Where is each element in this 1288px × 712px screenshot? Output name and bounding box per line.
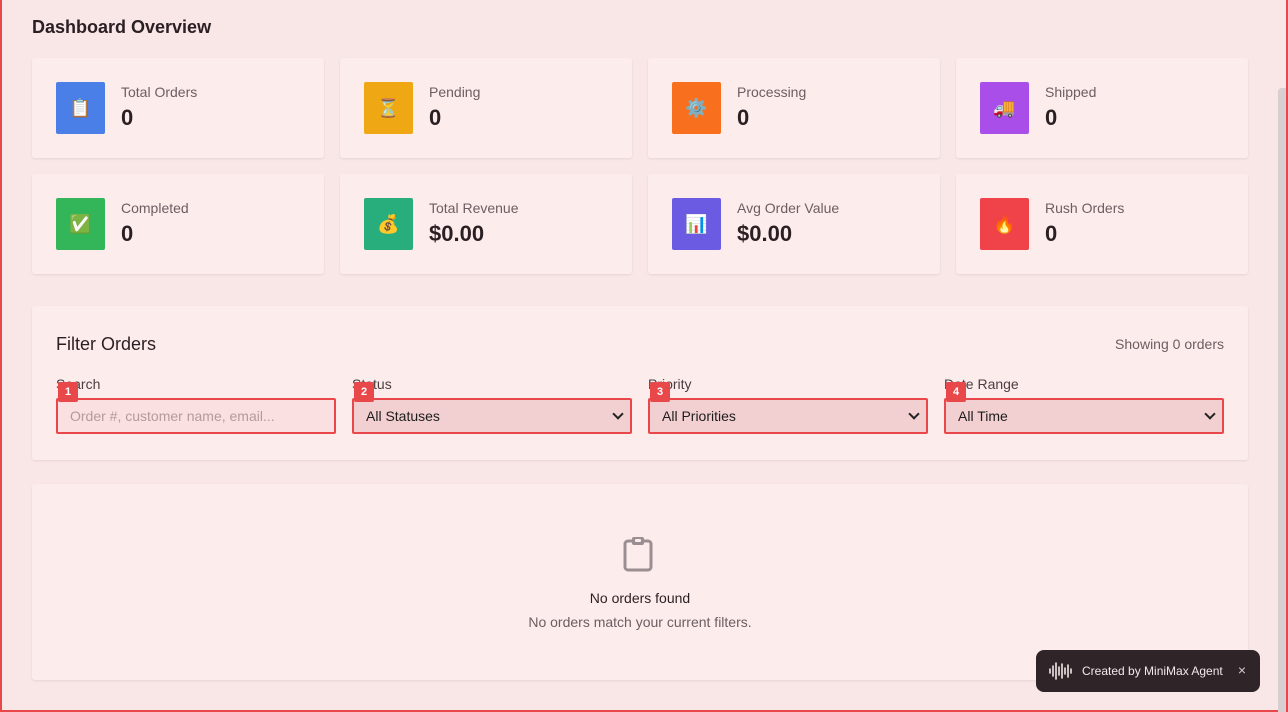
clipboard-icon (623, 537, 653, 572)
results-count: Showing 0 orders (1115, 336, 1224, 352)
page-title: Dashboard Overview (32, 17, 212, 37)
stat-card-avg-order-value: 📊 Avg Order Value $0.00 (648, 174, 940, 274)
hourglass-icon: ⏳ (364, 82, 413, 134)
chevron-down-icon (908, 408, 920, 420)
stat-label: Avg Order Value (737, 200, 840, 216)
stat-label: Processing (737, 84, 807, 100)
element-index-badge: 2 (354, 382, 374, 402)
creator-toast: Created by MiniMax Agent × (1036, 650, 1260, 692)
priority-select-value: All Priorities (662, 408, 736, 424)
fire-icon: 🔥 (980, 198, 1029, 250)
stat-label: Total Revenue (429, 200, 519, 216)
priority-label: Priority (648, 376, 928, 392)
empty-state-subtitle: No orders match your current filters. (528, 614, 752, 630)
search-input[interactable]: Order #, customer name, email... (56, 398, 336, 434)
status-field: Status All Statuses (352, 376, 632, 434)
element-index-badge: 4 (946, 382, 966, 402)
status-select[interactable]: All Statuses (352, 398, 632, 434)
stat-card-completed: ✅ Completed 0 (32, 174, 324, 274)
stat-label: Total Orders (121, 84, 198, 100)
stat-value: 0 (1045, 105, 1058, 130)
status-select-value: All Statuses (366, 408, 440, 424)
chevron-down-icon (612, 408, 624, 420)
stat-card-total-orders: 📋 Total Orders 0 (32, 58, 324, 158)
clipboard-icon: 📋 (56, 82, 105, 134)
priority-select[interactable]: All Priorities (648, 398, 928, 434)
search-label: Search (56, 376, 101, 392)
empty-state-title: No orders found (589, 590, 691, 606)
stat-label: Shipped (1045, 84, 1097, 100)
stat-card-rush-orders: 🔥 Rush Orders 0 (956, 174, 1248, 274)
bar-chart-icon: 📊 (672, 198, 721, 250)
stat-value: $0.00 (737, 221, 793, 246)
stat-value: $0.00 (429, 221, 485, 246)
stat-value: 0 (121, 221, 134, 246)
stat-value: 0 (1045, 221, 1058, 246)
stat-card-processing: ⚙️ Processing 0 (648, 58, 940, 158)
money-bag-icon: 💰 (364, 198, 413, 250)
chevron-down-icon (1204, 408, 1216, 420)
date-range-select-value: All Time (958, 408, 1008, 424)
status-label: Status (352, 376, 632, 392)
filter-title: Filter Orders (56, 334, 157, 354)
close-icon[interactable]: × (1238, 662, 1246, 678)
priority-field: Priority All Priorities (648, 376, 928, 434)
stat-label: Rush Orders (1045, 200, 1125, 216)
element-index-badge: 3 (650, 382, 670, 402)
date-range-field: Date Range All Time (944, 376, 1224, 434)
date-range-select[interactable]: All Time (944, 398, 1224, 434)
stat-value: 0 (737, 105, 750, 130)
stat-value: 0 (121, 105, 134, 130)
scrollbar[interactable] (1278, 88, 1286, 712)
stat-card-pending: ⏳ Pending 0 (340, 58, 632, 158)
toast-text: Created by MiniMax Agent (1082, 664, 1223, 678)
stat-card-shipped: 🚚 Shipped 0 (956, 58, 1248, 158)
stat-label: Pending (429, 84, 481, 100)
truck-icon: 🚚 (980, 82, 1029, 134)
check-icon: ✅ (56, 198, 105, 250)
sound-wave-icon (1049, 662, 1072, 680)
stat-card-total-revenue: 💰 Total Revenue $0.00 (340, 174, 632, 274)
filter-panel: Filter Orders Showing 0 orders Search Or… (32, 306, 1248, 460)
element-index-badge: 1 (58, 382, 78, 402)
stat-value: 0 (429, 105, 442, 130)
search-field: Search Order #, customer name, email... (56, 376, 336, 434)
gear-icon: ⚙️ (672, 82, 721, 134)
date-range-label: Date Range (944, 376, 1019, 392)
stat-label: Completed (121, 200, 189, 216)
stats-grid: 📋 Total Orders 0 ⏳ Pending 0 ⚙️ Processi… (32, 58, 1248, 274)
